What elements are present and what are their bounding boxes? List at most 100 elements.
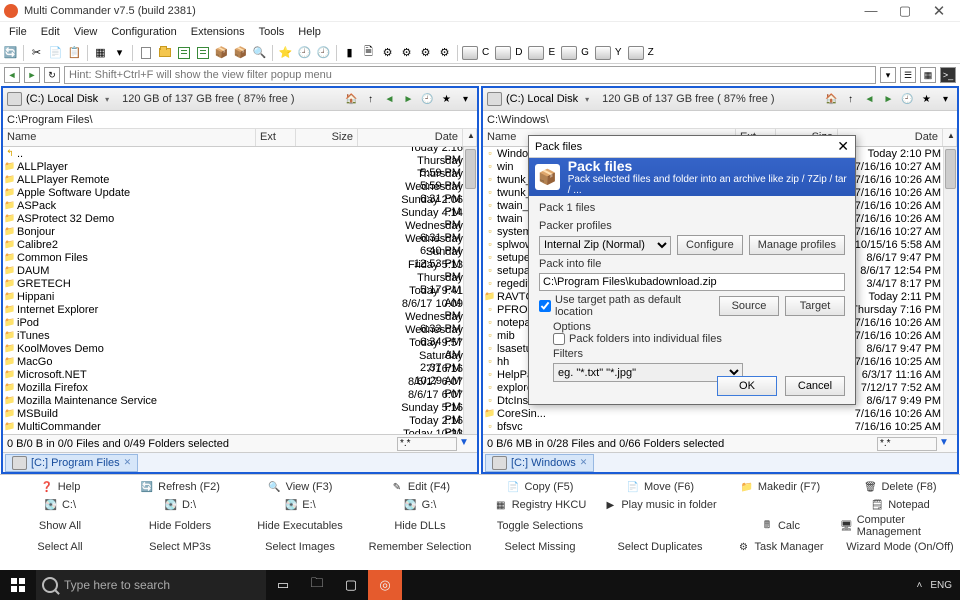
right-up-icon[interactable]: ↑ bbox=[843, 92, 858, 107]
tray-chevron-icon[interactable]: ˄ bbox=[916, 580, 922, 591]
file-row[interactable]: 📁ASProtect 32 DemoSunday 4:14 PM bbox=[3, 212, 463, 225]
text-icon[interactable]: 🗎 bbox=[360, 44, 377, 61]
refresh-addr-icon[interactable]: ↻ bbox=[44, 67, 60, 83]
file-row[interactable]: 📁OpenToonzToday 10:23 AM bbox=[3, 433, 463, 434]
chevron-down-icon[interactable]: ▾ bbox=[105, 95, 109, 104]
drive-y-icon[interactable] bbox=[595, 46, 611, 60]
file-row[interactable]: 📁MacGoSaturday 2:37 PM bbox=[3, 355, 463, 368]
right-fwd-icon[interactable]: ► bbox=[881, 92, 896, 107]
manage-profiles-button[interactable]: Manage profiles bbox=[749, 235, 845, 255]
left-back-icon[interactable]: ◄ bbox=[382, 92, 397, 107]
filters-select[interactable]: eg. "*.txt" "*.jpg" bbox=[553, 363, 743, 382]
drive-z-label[interactable]: Z bbox=[648, 47, 654, 58]
right-scrollbar[interactable] bbox=[943, 147, 957, 434]
forward-icon[interactable]: ► bbox=[24, 67, 40, 83]
file-row[interactable]: 📁ALLPlayerThursday 5:59 PM bbox=[3, 160, 463, 173]
left-up-icon[interactable]: ↑ bbox=[363, 92, 378, 107]
cmd-button[interactable]: ❓Help bbox=[0, 478, 120, 496]
file-row[interactable]: ↰..Today 2:16 PM bbox=[3, 147, 463, 160]
unpack-icon[interactable]: 📦 bbox=[232, 44, 249, 61]
tray-lang[interactable]: ENG bbox=[930, 580, 952, 591]
file-row[interactable]: 📁Mozilla Maintenance Service8/6/17 6:07 … bbox=[3, 394, 463, 407]
back-icon[interactable]: ◄ bbox=[4, 67, 20, 83]
cmd-button[interactable]: 🗒Notepad bbox=[840, 496, 960, 514]
cmd-button[interactable]: 📄Move (F6) bbox=[600, 478, 720, 496]
cmd-button[interactable]: 🖥Computer Management bbox=[840, 514, 960, 538]
file-row[interactable]: 📁ASPackSunday 2:06 PM bbox=[3, 199, 463, 212]
use-target-checkbox[interactable]: Use target path as default location bbox=[539, 294, 707, 318]
col-size[interactable]: Size bbox=[296, 129, 358, 146]
newfolder-icon[interactable] bbox=[156, 44, 173, 61]
cmd-button[interactable]: 📁Makedir (F7) bbox=[720, 478, 840, 496]
app2-icon[interactable]: ▢ bbox=[334, 570, 368, 600]
newfile-icon[interactable] bbox=[137, 44, 154, 61]
file-row[interactable]: 📁Mozilla Firefox8/6/17 6:07 PM bbox=[3, 381, 463, 394]
menu-help[interactable]: Help bbox=[291, 24, 328, 40]
drive-z-icon[interactable] bbox=[628, 46, 644, 60]
tool4-icon[interactable]: ⚙ bbox=[398, 44, 415, 61]
maximize-button[interactable]: ▢ bbox=[888, 1, 922, 21]
right-back-icon[interactable]: ◄ bbox=[862, 92, 877, 107]
cmd-button[interactable]: 📄Copy (F5) bbox=[480, 478, 600, 496]
drive-c-icon[interactable] bbox=[462, 46, 478, 60]
file-row[interactable]: 📁iTunesWednesday 6:34 PM bbox=[3, 329, 463, 342]
layout-drop-icon[interactable]: ▾ bbox=[111, 44, 128, 61]
drive-g-icon[interactable] bbox=[561, 46, 577, 60]
cmd-button[interactable]: Hide Executables bbox=[240, 514, 360, 538]
file-row[interactable]: 📁CoreSin...7/16/16 10:26 AM bbox=[483, 407, 943, 420]
file-row[interactable]: 📁Common FilesSunday 12:53 PM bbox=[3, 251, 463, 264]
menu-file[interactable]: File bbox=[2, 24, 34, 40]
cmd-button[interactable]: 💽D:\ bbox=[120, 496, 240, 514]
drive-g-label[interactable]: G bbox=[581, 47, 589, 58]
drive-e-label[interactable]: E bbox=[548, 47, 555, 58]
file-row[interactable]: 📁BonjourWednesday 6:31 PM bbox=[3, 225, 463, 238]
drive-d-label[interactable]: D bbox=[515, 47, 522, 58]
cmd-button[interactable]: 💽E:\ bbox=[240, 496, 360, 514]
cmd-button[interactable]: Select Duplicates bbox=[600, 538, 720, 556]
right-filter-input[interactable]: *.* bbox=[877, 437, 937, 451]
addr-btn1-icon[interactable]: ☰ bbox=[900, 67, 916, 83]
dialog-close-icon[interactable]: ✕ bbox=[837, 138, 849, 155]
menu-tools[interactable]: Tools bbox=[252, 24, 292, 40]
cmd-button[interactable]: 🔄Refresh (F2) bbox=[120, 478, 240, 496]
left-filter-input[interactable]: *.* bbox=[397, 437, 457, 451]
right-hist-icon[interactable]: 🕘 bbox=[900, 92, 915, 107]
taskview-icon[interactable]: ▭ bbox=[266, 570, 300, 600]
cmd-button[interactable]: 🖩Calc bbox=[720, 514, 840, 538]
right-path[interactable]: C:\Windows\ bbox=[483, 111, 957, 129]
right-fav-icon[interactable]: ★ bbox=[919, 92, 934, 107]
addr-dropdown-icon[interactable]: ▾ bbox=[880, 67, 896, 83]
col-sort-icon[interactable]: ▲ bbox=[943, 129, 957, 146]
left-scrollbar[interactable] bbox=[463, 147, 477, 434]
left-fav-icon[interactable]: ★ bbox=[439, 92, 454, 107]
drive-c-label[interactable]: C bbox=[482, 47, 489, 58]
menu-edit[interactable]: Edit bbox=[34, 24, 67, 40]
cmd-button[interactable]: Select All bbox=[0, 538, 120, 556]
cmd-button[interactable]: 💽C:\ bbox=[0, 496, 120, 514]
hist2-icon[interactable]: 🕘 bbox=[315, 44, 332, 61]
refresh-icon[interactable]: 🔄 bbox=[2, 44, 19, 61]
cmd-button[interactable]: Select Missing bbox=[480, 538, 600, 556]
source-button[interactable]: Source bbox=[719, 296, 779, 316]
layout-icon[interactable]: ▦ bbox=[92, 44, 109, 61]
file-row[interactable]: 📁iPodWednesday 6:33 PM bbox=[3, 316, 463, 329]
file-row[interactable]: 📁ALLPlayer RemoteThursday 5:59 PM bbox=[3, 173, 463, 186]
close-button[interactable]: ✕ bbox=[922, 1, 956, 21]
cmd-button[interactable]: Remember Selection bbox=[360, 538, 480, 556]
addr-btn2-icon[interactable]: ▦ bbox=[920, 67, 936, 83]
funnel-icon[interactable]: ▼ bbox=[939, 437, 953, 451]
move-icon[interactable] bbox=[194, 44, 211, 61]
pack-icon[interactable]: 📦 bbox=[213, 44, 230, 61]
chevron-down-icon[interactable]: ▾ bbox=[585, 95, 589, 104]
col-name[interactable]: Name bbox=[3, 129, 256, 146]
multicommander-task-icon[interactable]: ◎ bbox=[368, 570, 402, 600]
cancel-button[interactable]: Cancel bbox=[785, 376, 845, 396]
cmd-button[interactable]: Select Images bbox=[240, 538, 360, 556]
cmd-button[interactable]: Hide DLLs bbox=[360, 514, 480, 538]
file-row[interactable]: 📁Microsoft.NET7/16/16 10:29 AM bbox=[3, 368, 463, 381]
ok-button[interactable]: OK bbox=[717, 376, 777, 396]
cmd-button[interactable]: 💽G:\ bbox=[360, 496, 480, 514]
left-hist-icon[interactable]: 🕘 bbox=[420, 92, 435, 107]
left-drive-label[interactable]: (C:) Local Disk bbox=[26, 93, 98, 105]
cmd-button[interactable]: 🔍View (F3) bbox=[240, 478, 360, 496]
